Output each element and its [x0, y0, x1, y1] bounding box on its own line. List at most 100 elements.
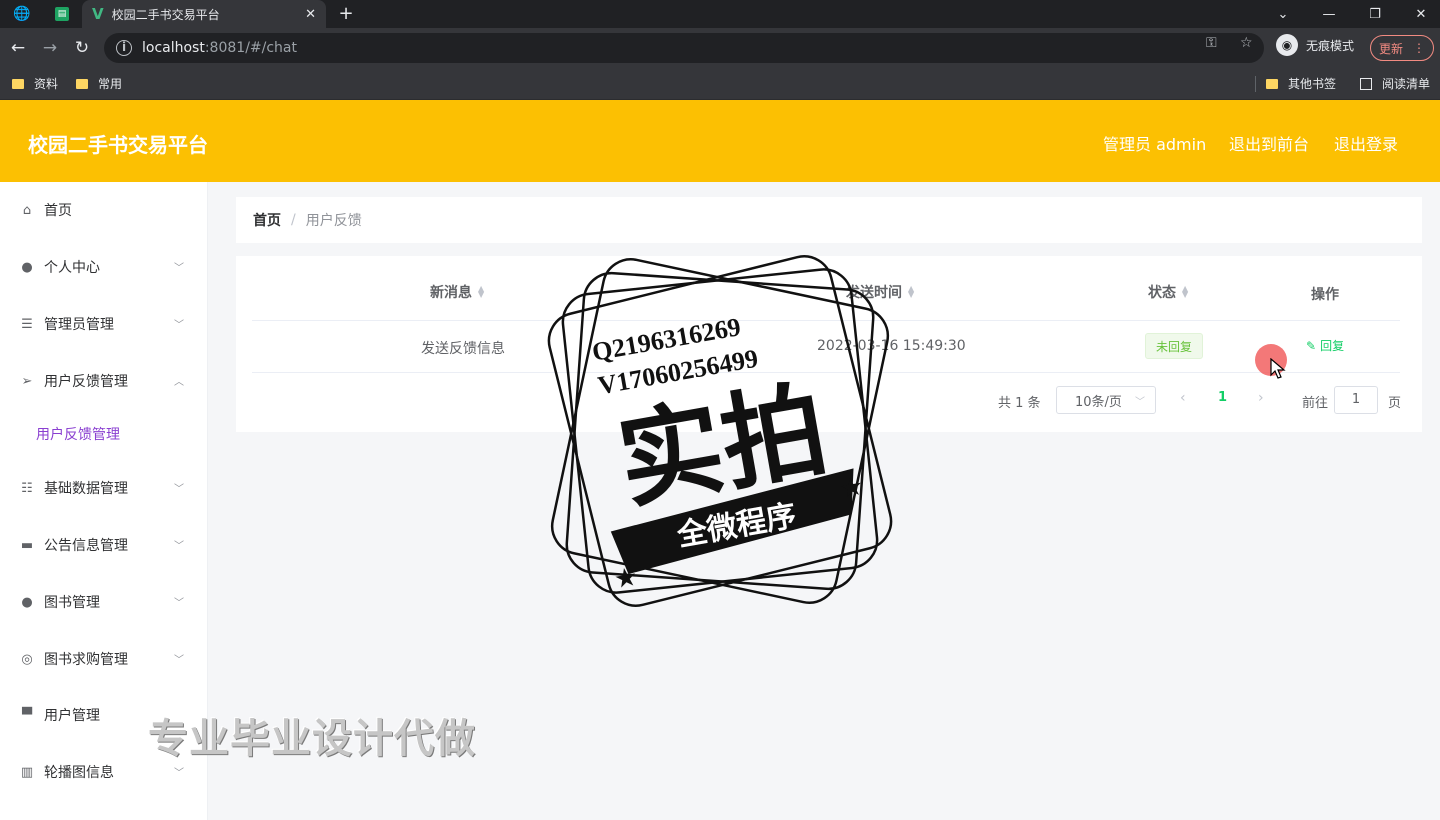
restore-icon[interactable]: ❐	[1352, 0, 1398, 28]
column-label: 新消息	[430, 285, 472, 301]
chevron-down-icon: ﹀	[174, 598, 184, 609]
column-header-message[interactable]: 新消息 ▲ ▼	[430, 282, 484, 302]
tab-search-icon[interactable]: ⌄	[1260, 0, 1306, 28]
vue-logo-icon: V	[92, 5, 104, 23]
browser-tab-active[interactable]: V 校园二手书交易平台 ✕	[82, 0, 326, 28]
incognito-indicator[interactable]: ◉ 无痕模式	[1276, 34, 1354, 56]
exit-to-front-link[interactable]: 退出到前台	[1229, 131, 1309, 155]
column-header-action: 操作	[1311, 287, 1339, 303]
star-icon[interactable]: ☆	[1240, 35, 1253, 51]
sidebar-item-basic-data[interactable]: ☷ 基础数据管理 ﹀	[0, 468, 208, 508]
sliders-icon: ☷	[21, 480, 33, 496]
sidebar-item-label: 基础数据管理	[44, 481, 128, 497]
browser-tab-bar: 🌐 ▤ V 校园二手书交易平台 ✕ + ⌄ — ❐ ✕	[0, 0, 1440, 28]
close-window-icon[interactable]: ✕	[1398, 0, 1440, 28]
user-icon: ●	[21, 594, 33, 610]
page-size-value: 10条/页	[1075, 394, 1122, 410]
chevron-down-icon: ﹀	[174, 320, 184, 331]
page-unit-label: 页	[1388, 396, 1402, 411]
reading-list-icon	[1360, 77, 1372, 90]
column-header-status[interactable]: 状态 ▲ ▼	[1148, 282, 1188, 302]
sidebar-item-feedback[interactable]: ➢ 用户反馈管理 ︿	[0, 361, 208, 401]
close-tab-icon[interactable]: ✕	[305, 7, 316, 22]
edit-icon: ✎	[1306, 338, 1317, 353]
next-page-icon[interactable]: ›	[1258, 390, 1264, 406]
admin-label: 管理员 admin	[1103, 135, 1207, 154]
back-icon[interactable]: ←	[6, 36, 30, 60]
prev-page-icon[interactable]: ‹	[1180, 390, 1186, 406]
menu-icon: ☰	[21, 316, 33, 332]
pagination-total: 共 1 条	[998, 396, 1041, 411]
bookmark-label: 资料	[34, 77, 59, 91]
sidebar-item-book-requests[interactable]: ◎ 图书求购管理 ﹀	[0, 639, 208, 679]
url-host: localhost	[142, 40, 205, 56]
other-bookmarks[interactable]: 其他书签	[1266, 75, 1336, 92]
monitor-icon: ▬	[20, 537, 34, 553]
app-title: 校园二手书交易平台	[28, 133, 208, 157]
globe-icon[interactable]: 🌐	[8, 4, 36, 24]
goto-page-input[interactable]: 1	[1334, 386, 1378, 414]
sort-icon[interactable]: ▲ ▼	[1182, 285, 1188, 299]
send-icon: ➢	[21, 373, 33, 389]
update-button[interactable]: 更新 ⋮	[1370, 35, 1434, 61]
incognito-label: 无痕模式	[1306, 38, 1355, 53]
watermark-stamp: Q2196316269 V1706025649​9 实拍 全微程序 ★ ★	[520, 236, 920, 626]
sidebar-item-label: 首页	[44, 203, 72, 219]
sidebar-item-admins[interactable]: ☰ 管理员管理 ﹀	[0, 304, 208, 344]
page-number-current[interactable]: 1	[1218, 390, 1227, 405]
tab-title: 校园二手书交易平台	[111, 7, 220, 22]
bookmark-label: 常用	[98, 77, 123, 91]
reload-icon[interactable]: ↻	[70, 36, 94, 60]
reply-button[interactable]: ✎ 回复	[1306, 337, 1344, 354]
new-tab-icon[interactable]: +	[334, 2, 358, 26]
sidebar-item-label: 公告信息管理	[44, 538, 128, 554]
sidebar-item-label: 用户管理	[44, 708, 100, 724]
mouse-cursor-icon	[1270, 358, 1286, 379]
sort-icon[interactable]: ▲ ▼	[478, 285, 484, 299]
sidebar-item-label: 图书求购管理	[44, 652, 128, 668]
url-path: :8081/#/chat	[204, 40, 297, 56]
sidebar-item-label: 图书管理	[44, 595, 100, 611]
status-badge: 未回复	[1145, 333, 1203, 359]
logout-link[interactable]: 退出登录	[1334, 131, 1398, 155]
breadcrumb-current: 用户反馈	[305, 213, 362, 229]
bookmarks-bar: 资料 常用 其他书签 阅读清单	[0, 68, 1440, 100]
chevron-down-icon: ﹀	[174, 541, 184, 552]
key-icon[interactable]: ⚿	[1206, 35, 1217, 51]
bookmark-folder[interactable]: 常用	[76, 75, 122, 92]
more-menu-icon: ⋮	[1413, 41, 1425, 55]
sidebar-item-label: 管理员管理	[44, 317, 114, 333]
folder-icon	[12, 78, 24, 89]
sidebar-item-home[interactable]: ⌂ 首页	[0, 190, 208, 230]
chevron-down-icon: ﹀	[1135, 397, 1145, 408]
breadcrumb-home[interactable]: 首页	[253, 210, 281, 230]
folder-icon	[76, 78, 88, 89]
breadcrumb-separator: /	[291, 212, 296, 228]
folder-icon	[1266, 78, 1278, 89]
sidebar-item-announcements[interactable]: ▬ 公告信息管理 ﹀	[0, 525, 208, 565]
bookmark-folder[interactable]: 资料	[12, 75, 58, 92]
address-bar: ← → ↻ i localhost:8081/#/chat ⚿ ☆ ◉ 无痕模式…	[0, 28, 1440, 68]
sidebar-item-books[interactable]: ● 图书管理 ﹀	[0, 582, 208, 622]
sheets-tab-icon[interactable]: ▤	[48, 4, 76, 24]
incognito-icon: ◉	[1276, 34, 1298, 56]
sidebar-item-label: 个人中心	[44, 260, 100, 276]
site-info-icon[interactable]: i	[116, 40, 132, 56]
chevron-down-icon: ﹀	[174, 484, 184, 495]
home-icon: ⌂	[22, 202, 32, 218]
bookmark-divider	[1255, 76, 1256, 92]
chevron-down-icon: ﹀	[174, 263, 184, 274]
minimize-icon[interactable]: —	[1306, 0, 1352, 28]
reading-list[interactable]: 阅读清单	[1360, 75, 1430, 92]
stamp-icon: ▀	[22, 707, 32, 723]
sidebar-subitem-feedback[interactable]: 用户反馈管理	[0, 414, 208, 454]
url-input[interactable]: i localhost:8081/#/chat	[104, 33, 1264, 63]
books-icon: ▥	[20, 764, 34, 780]
lifebuoy-icon: ◎	[21, 651, 33, 667]
page-size-select[interactable]: 10条/页 ﹀	[1056, 386, 1156, 414]
forward-icon[interactable]: →	[38, 36, 62, 60]
sidebar-item-profile[interactable]: ● 个人中心 ﹀	[0, 247, 208, 287]
bookmark-label: 阅读清单	[1382, 77, 1431, 91]
sidebar-item-label: 轮播图信息	[44, 765, 114, 781]
user-icon: ●	[21, 259, 33, 275]
